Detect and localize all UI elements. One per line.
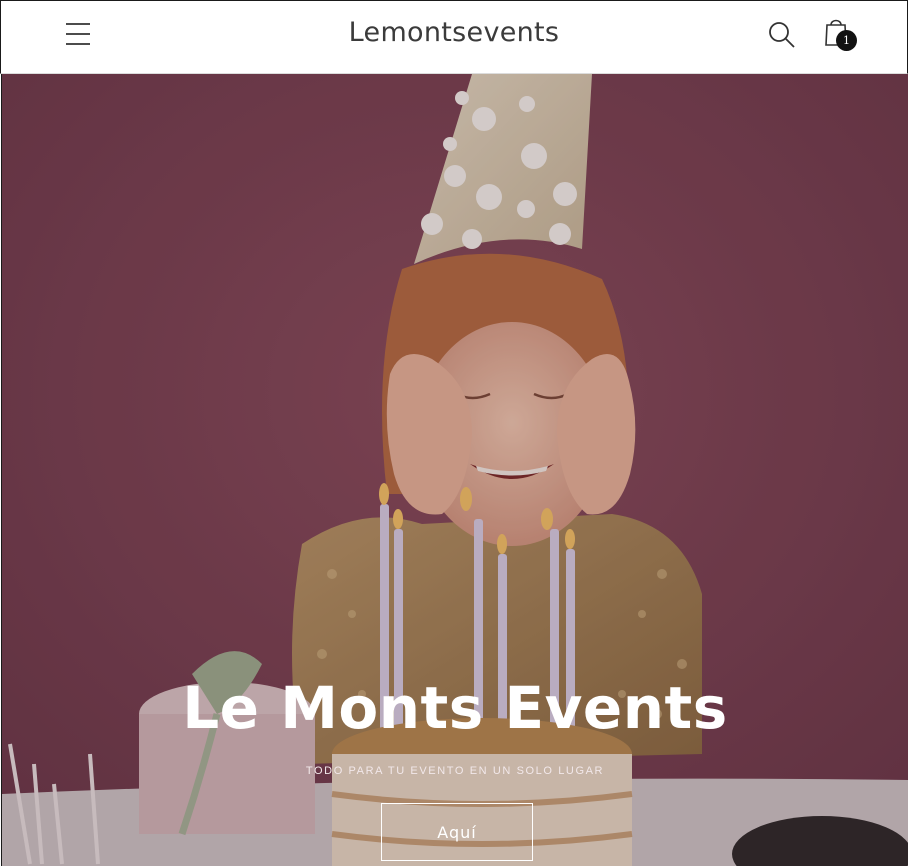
- cart-button[interactable]: 1: [819, 13, 861, 55]
- site-header: Lemontsevents 1: [0, 0, 908, 74]
- hero-banner: Le Monts Events TODO PARA TU EVENTO EN U…: [1, 74, 908, 866]
- cart-count-badge: 1: [836, 30, 857, 51]
- hero-background-image: [2, 74, 908, 866]
- search-icon: [769, 22, 795, 48]
- hero-subtitle: TODO PARA TU EVENTO EN UN SOLO LUGAR: [305, 765, 605, 777]
- hero-cta-button[interactable]: Aquí: [381, 803, 533, 861]
- search-button[interactable]: [763, 16, 799, 52]
- hero-title: Le Monts Events: [182, 674, 728, 742]
